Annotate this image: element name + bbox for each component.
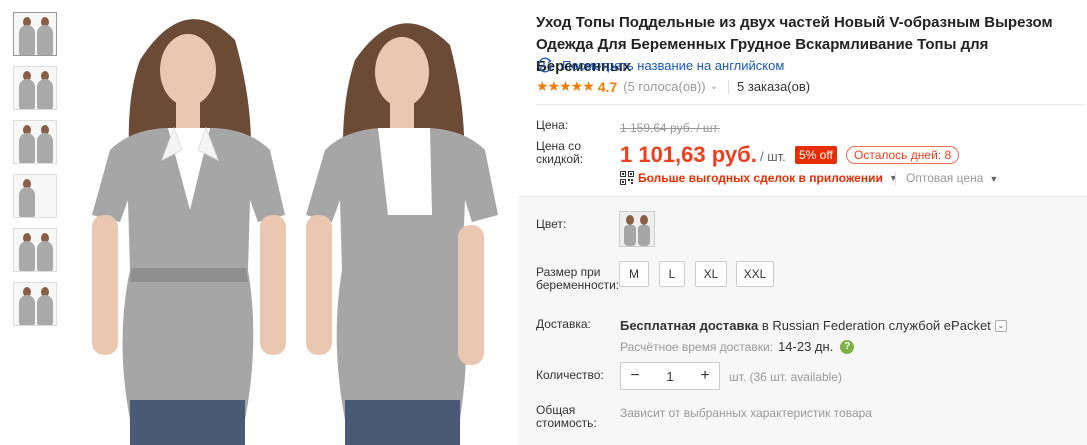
divider bbox=[536, 104, 1084, 105]
product-info-panel: Уход Топы Поддельные из двух частей Новы… bbox=[518, 0, 1087, 445]
color-label: Цвет: bbox=[536, 217, 567, 231]
rating-stars-icon: ★★★★★ bbox=[536, 78, 595, 94]
shipping-label: Доставка: bbox=[536, 317, 591, 331]
delivery-time: Расчётное время доставки: 14-23 дн. ? bbox=[620, 339, 855, 354]
main-product-image[interactable] bbox=[70, 0, 517, 445]
thumbnail-6[interactable] bbox=[13, 282, 57, 326]
caret-down-icon: ▼ bbox=[888, 173, 898, 183]
quantity-stepper: − 1 + bbox=[620, 362, 720, 390]
svg-text:A: A bbox=[542, 62, 547, 69]
price-label: Цена: bbox=[536, 118, 569, 132]
size-option-xxl[interactable]: XXL bbox=[736, 261, 774, 287]
thumbnail-2[interactable] bbox=[13, 66, 57, 110]
divider bbox=[895, 172, 896, 185]
color-swatch-grey[interactable] bbox=[619, 211, 655, 247]
model-nursing-figure bbox=[306, 23, 498, 445]
color-swatch-image bbox=[620, 212, 654, 246]
rating-value: 4.7 bbox=[597, 78, 618, 95]
translate-link-label: Посмотреть название на английском bbox=[562, 57, 785, 73]
price-per-unit: / шт. bbox=[760, 149, 786, 164]
rating-votes[interactable]: (5 голоса(ов)) bbox=[623, 79, 705, 94]
total-price-label: Общая стоимость: bbox=[536, 403, 597, 430]
discount-price-label: Цена со скидкой: bbox=[536, 139, 584, 166]
free-shipping-text: Бесплатная доставка bbox=[620, 318, 759, 333]
discount-price: 1 101,63 руб. bbox=[620, 142, 757, 167]
quantity-available: шт. (36 шт. available) bbox=[729, 370, 842, 384]
divider bbox=[518, 196, 1087, 197]
thumbnail-1[interactable] bbox=[13, 12, 57, 56]
chevron-down-icon[interactable]: ⌄ bbox=[710, 81, 718, 92]
days-left-badge: Осталось дней: 8 bbox=[846, 146, 960, 164]
discount-badge: 5% off bbox=[795, 146, 837, 164]
quantity-decrease-button[interactable]: − bbox=[621, 367, 649, 385]
old-price: 1 159,64 руб. / шт. bbox=[620, 121, 721, 135]
shipping-method: Бесплатная доставка в Russian Federation… bbox=[620, 318, 1007, 333]
size-option-l[interactable]: L bbox=[659, 261, 685, 287]
delivery-time-label: Расчётное время доставки: bbox=[620, 339, 774, 354]
size-option-xl[interactable]: XL bbox=[695, 261, 727, 287]
shipping-dropdown-icon[interactable]: ⌄ bbox=[994, 319, 1007, 332]
app-deals-link[interactable]: Больше выгодных сделок в приложении ▼ bbox=[620, 171, 898, 185]
quantity-label: Количество: bbox=[536, 368, 604, 382]
wholesale-price-link[interactable]: Оптовая цена ▼ bbox=[906, 171, 998, 185]
model-front-figure bbox=[92, 19, 286, 445]
app-deals-label: Больше выгодных сделок в приложении bbox=[638, 171, 883, 185]
size-option-m[interactable]: M bbox=[619, 261, 649, 287]
help-icon[interactable]: ? bbox=[840, 339, 855, 354]
caret-down-icon: ▼ bbox=[989, 174, 999, 184]
divider bbox=[728, 79, 730, 94]
size-label: Размер при беременности: bbox=[536, 265, 620, 292]
total-price-value: Зависит от выбранных характеристик товар… bbox=[620, 406, 872, 420]
wholesale-price-label: Оптовая цена bbox=[906, 171, 984, 185]
thumbnail-list bbox=[13, 12, 59, 336]
orders-count: 5 заказа(ов) bbox=[737, 79, 811, 94]
qr-code-icon bbox=[620, 171, 634, 185]
thumbnail-3[interactable] bbox=[13, 120, 57, 164]
translate-link[interactable]: A Посмотреть название на английском bbox=[536, 57, 784, 73]
quantity-increase-button[interactable]: + bbox=[691, 367, 719, 385]
thumbnail-4[interactable] bbox=[13, 174, 57, 218]
shipping-destination: в Russian Federation службой ePacket bbox=[761, 318, 991, 333]
thumbnail-5[interactable] bbox=[13, 228, 57, 272]
translate-icon: A bbox=[538, 57, 552, 73]
delivery-time-value: 14-23 дн. bbox=[778, 339, 834, 354]
quantity-input[interactable]: 1 bbox=[649, 369, 691, 384]
rating-row: ★★★★★ 4.7 (5 голоса(ов)) ⌄ 5 заказа(ов) bbox=[536, 78, 810, 95]
